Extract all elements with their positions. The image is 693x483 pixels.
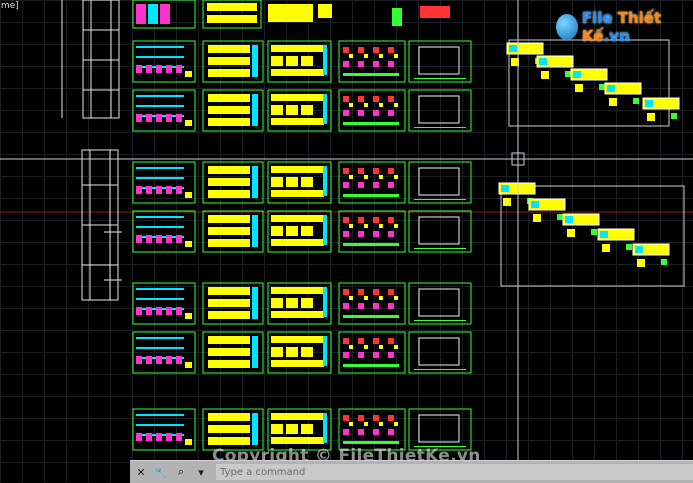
sheet-schedule	[132, 282, 196, 325]
sheet-section	[267, 282, 332, 325]
sheet-section	[267, 331, 332, 374]
sheet-elevation	[202, 210, 264, 253]
sheet-elevation	[202, 331, 264, 374]
right-cascade-detail	[498, 39, 685, 287]
logo-brand: File	[581, 9, 613, 27]
sheet-schedule	[132, 408, 196, 451]
command-input[interactable]	[216, 464, 693, 480]
model-space[interactable]	[0, 0, 693, 482]
wrench-icon[interactable]: 🔧	[152, 463, 170, 481]
viewport-label[interactable]: me]	[1, 1, 19, 11]
sheet-elevation	[202, 89, 264, 132]
sheet-detail	[338, 40, 406, 83]
sheet-elevation	[202, 40, 264, 83]
sheet-section	[267, 40, 332, 83]
search-icon[interactable]: ⌕	[172, 463, 190, 481]
logo-icon	[556, 14, 578, 40]
sheet-detail	[338, 161, 406, 204]
sheet-detail	[338, 408, 406, 451]
sheet-schedule	[132, 89, 196, 132]
left-elevation-strip-bottom	[81, 149, 122, 301]
sheet-section	[267, 161, 332, 204]
sheet-schedule	[132, 331, 196, 374]
sheet-elevation	[202, 282, 264, 325]
sheet-frame	[408, 282, 472, 325]
sheet-frame	[408, 331, 472, 374]
sheet-frame	[408, 89, 472, 132]
sheet-detail	[338, 331, 406, 374]
sheet-section	[267, 89, 332, 132]
sheet-frame	[408, 210, 472, 253]
top-partial-row	[132, 0, 450, 29]
close-icon[interactable]: ✕	[132, 463, 150, 481]
dropdown-arrow-icon[interactable]: ▾	[192, 463, 210, 481]
sheet-schedule	[132, 210, 196, 253]
sheet-elevation	[202, 161, 264, 204]
left-elevation-strip-top	[61, 0, 120, 119]
sheet-grid	[132, 40, 472, 451]
sheet-detail	[338, 89, 406, 132]
sheet-schedule	[132, 40, 196, 83]
sheet-detail	[338, 282, 406, 325]
sheet-frame	[408, 161, 472, 204]
sheet-section	[267, 408, 332, 451]
sheet-schedule	[132, 161, 196, 204]
sheet-frame	[408, 40, 472, 83]
sheet-frame	[408, 408, 472, 451]
command-line-bar: ✕ 🔧 ⌕ ▾	[130, 460, 693, 483]
site-logo: File Thiết Kế.vn	[556, 9, 693, 45]
sheet-section	[267, 210, 332, 253]
sheet-detail	[338, 210, 406, 253]
logo-text: File Thiết Kế.vn	[582, 9, 693, 45]
sheet-elevation	[202, 408, 264, 451]
logo-tld: .vn	[603, 27, 630, 45]
